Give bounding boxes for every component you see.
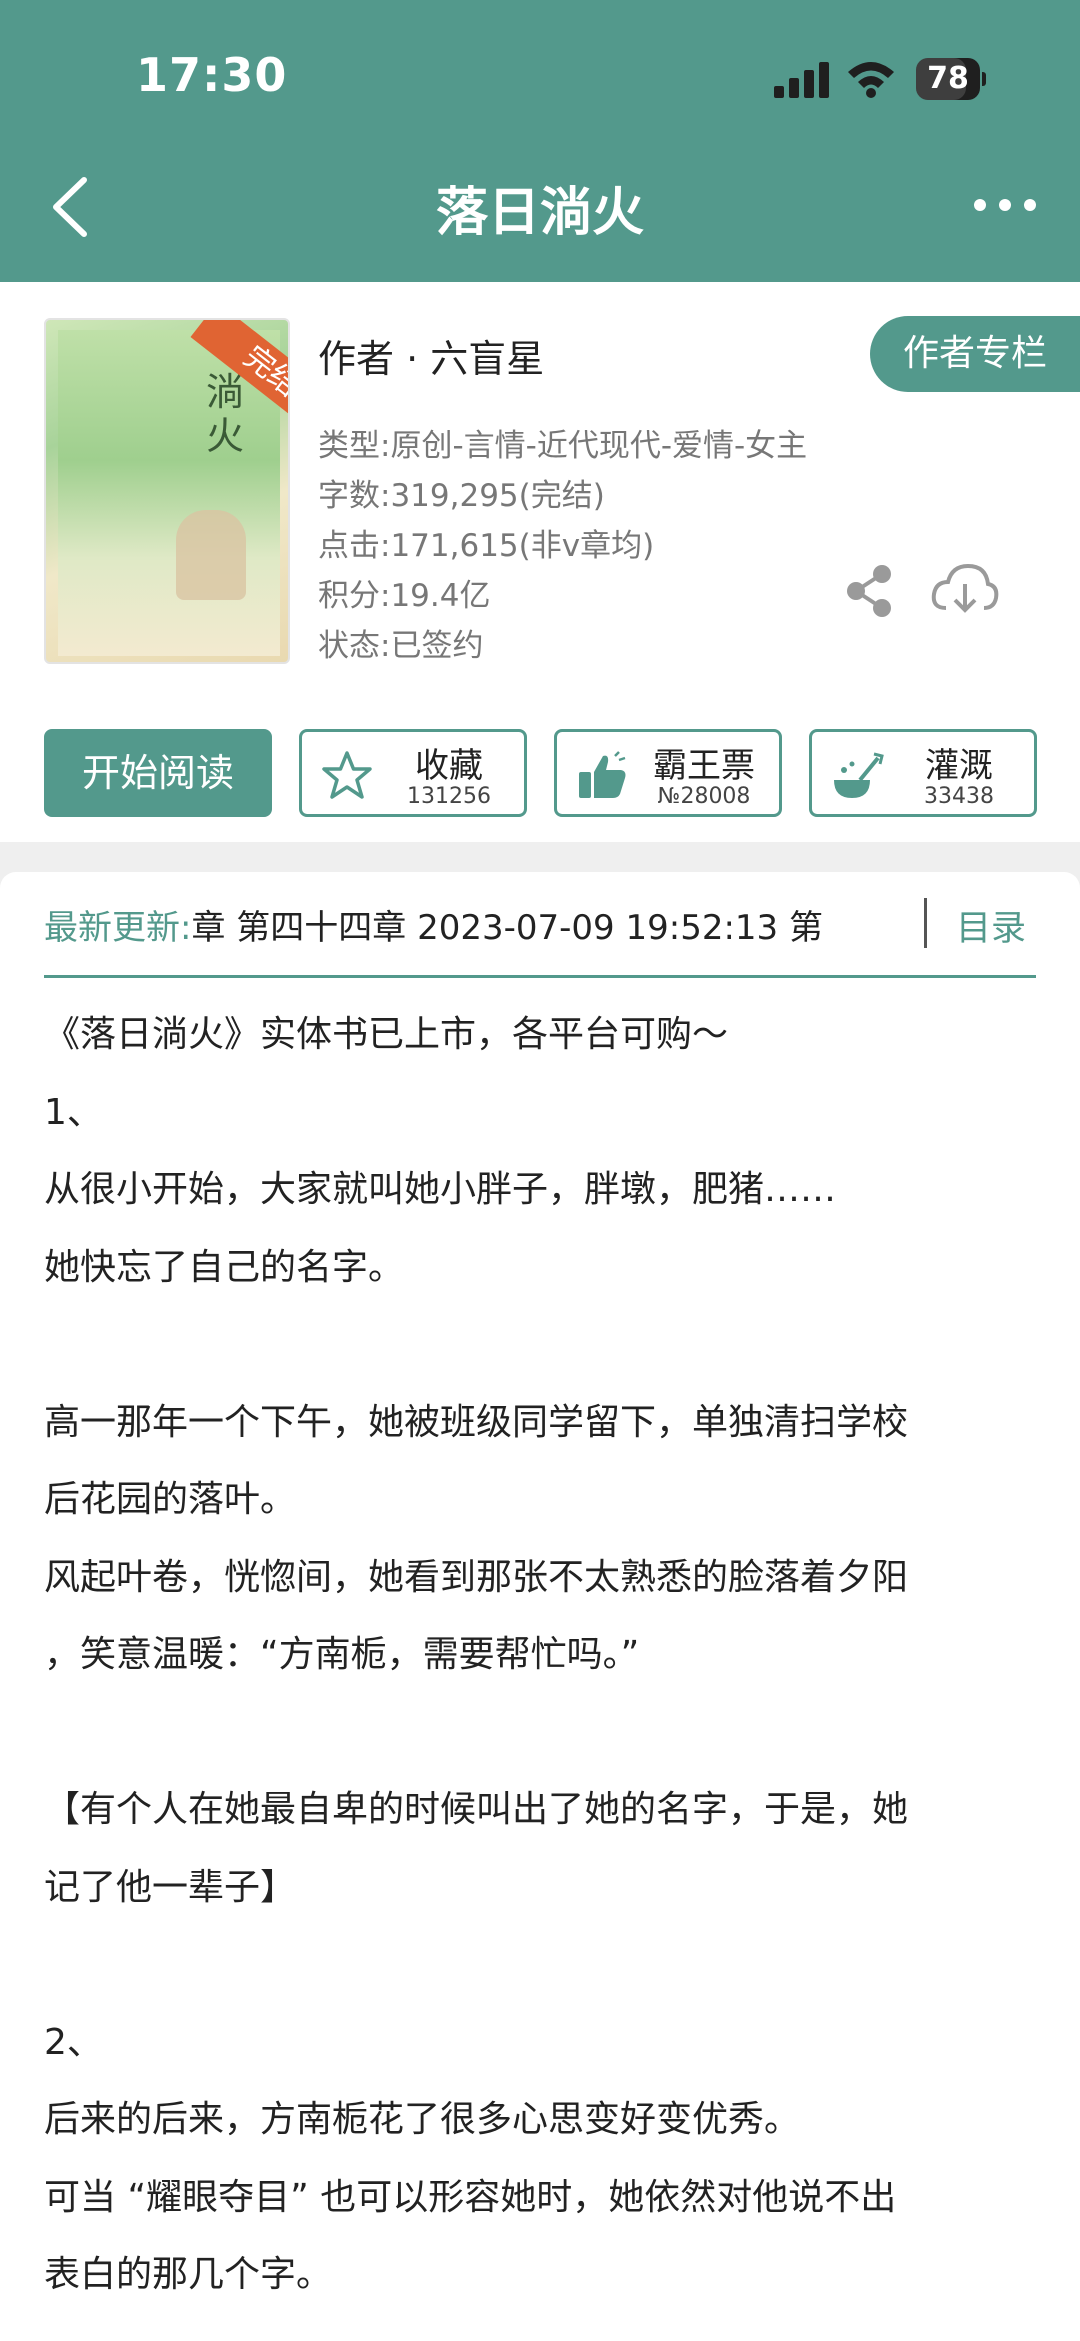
irrigate-label: 灌溉 <box>925 746 993 786</box>
intro-line: 2、 <box>44 2021 103 2063</box>
intro-line: 可当 “耀眼夺目” 也可以形容她时，她依然对他说不出 <box>44 2176 897 2218</box>
intro-line: 【有个人在她最自卑的时候叫出了她的名字，于是，她 <box>44 1789 909 1830</box>
more-options-button[interactable] <box>970 190 1040 220</box>
watering-icon <box>834 752 884 798</box>
irrigate-count: 33438 <box>924 784 994 809</box>
intro-line <box>44 1694 1044 1772</box>
table-of-contents-link[interactable]: 目录 <box>956 900 1026 951</box>
latest-update-text: 章 第四十四章 2023-07-09 19:52:13 第 <box>191 908 823 948</box>
author-name[interactable]: 作者 · 六盲星 <box>318 328 544 383</box>
intro-line: 1、 <box>44 1091 103 1133</box>
intro-line: 后来的后来，方南栀花了很多心思变好变优秀。 <box>44 2099 801 2140</box>
book-score: 积分:19.4亿 <box>318 578 491 614</box>
back-button[interactable] <box>44 172 104 242</box>
author-column-button[interactable]: 作者专栏 <box>870 316 1080 392</box>
intro-line: ，笑意温暖：“方南栀，需要帮忙吗。” <box>44 1634 640 1675</box>
top-header: 17:30 78 落日淌火 <box>0 0 1080 282</box>
book-introduction: 《落日淌火》实体书已上市，各平台可购～ 1、 从很小开始，大家就叫她小胖子，胖墩… <box>44 996 1044 2314</box>
share-icon[interactable] <box>842 562 896 620</box>
wifi-icon <box>848 62 894 98</box>
thumbs-up-icon <box>579 751 626 798</box>
bawang-ticket-label: 霸王票 <box>653 746 755 786</box>
intro-line: 风起叶卷，恍惚间，她看到那张不太熟悉的脸落着夕阳 <box>44 1556 909 1598</box>
bawang-ticket-count: №28008 <box>657 784 751 809</box>
favorite-count: 131256 <box>407 784 491 809</box>
book-genre: 类型:原创-言情-近代现代-爱情-女主 <box>318 428 808 464</box>
bawang-ticket-button[interactable]: 霸王票 №28008 <box>554 729 782 817</box>
battery-icon: 78 <box>916 58 986 100</box>
intro-line: 高一那年一个下午，她被班级同学留下，单独清扫学校 <box>44 1401 909 1443</box>
intro-line: 表白的那几个字。 <box>44 2254 333 2295</box>
battery-level: 78 <box>927 61 969 96</box>
favorite-button[interactable]: 收藏 131256 <box>299 729 527 817</box>
section-divider <box>44 975 1036 978</box>
star-icon <box>322 751 372 799</box>
intro-line: 从很小开始，大家就叫她小胖子，胖墩，肥猪…… <box>44 1169 837 1210</box>
divider <box>924 898 927 948</box>
latest-update[interactable]: 最新更新:章 第四十四章 2023-07-09 19:52:13 第 <box>44 900 886 950</box>
intro-line: 《落日淌火》实体书已上市，各平台可购～ <box>44 1014 729 1055</box>
book-clicks: 点击:171,615(非v章均) <box>318 528 655 564</box>
cellular-signal-icon <box>774 62 829 98</box>
intro-line: 记了他一辈子】 <box>44 1866 297 1908</box>
latest-update-label: 最新更新: <box>44 908 192 948</box>
book-status: 状态:已签约 <box>318 628 484 664</box>
page-title: 落日淌火 <box>435 183 644 243</box>
favorite-label: 收藏 <box>415 746 483 786</box>
intro-line <box>44 1306 1044 1384</box>
start-reading-button[interactable]: 开始阅读 <box>44 729 272 817</box>
intro-line: 她快忘了自己的名字。 <box>44 1246 405 1288</box>
irrigate-button[interactable]: 灌溉 33438 <box>809 729 1037 817</box>
intro-line: 后花园的落叶。 <box>44 1479 297 1520</box>
download-icon[interactable] <box>930 562 1000 618</box>
cover-figure <box>176 510 246 600</box>
status-time: 17:30 <box>136 48 288 102</box>
book-cover[interactable]: 淌火 完结 <box>44 318 290 664</box>
book-word-count: 字数:319,295(完结) <box>318 478 605 514</box>
intro-line <box>44 1926 1044 2004</box>
